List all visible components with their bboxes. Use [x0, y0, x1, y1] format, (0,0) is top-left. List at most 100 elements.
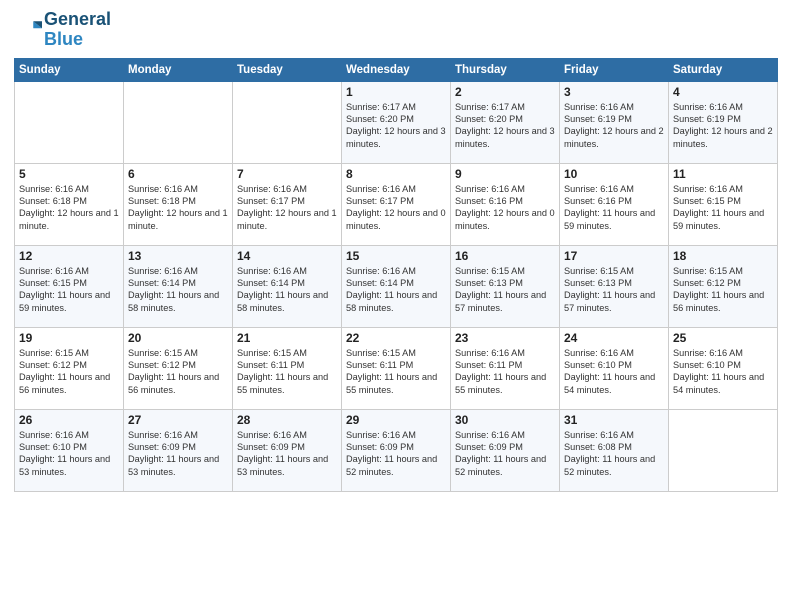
day-info: Sunrise: 6:16 AM Sunset: 6:18 PM Dayligh…: [19, 183, 119, 233]
day-number: 15: [346, 249, 446, 263]
calendar-cell: 7 Sunrise: 6:16 AM Sunset: 6:17 PM Daylig…: [233, 163, 342, 245]
calendar-cell: 25 Sunrise: 6:16 AM Sunset: 6:10 PM Dayli…: [669, 327, 778, 409]
calendar-cell: 27 Sunrise: 6:16 AM Sunset: 6:09 PM Dayli…: [124, 409, 233, 491]
calendar-week-4: 19 Sunrise: 6:15 AM Sunset: 6:12 PM Dayli…: [15, 327, 778, 409]
day-info: Sunrise: 6:16 AM Sunset: 6:09 PM Dayligh…: [346, 429, 446, 479]
day-info: Sunrise: 6:16 AM Sunset: 6:19 PM Dayligh…: [673, 101, 773, 151]
calendar-body: 1 Sunrise: 6:17 AM Sunset: 6:20 PM Daylig…: [15, 81, 778, 491]
calendar-cell: 17 Sunrise: 6:15 AM Sunset: 6:13 PM Dayli…: [560, 245, 669, 327]
weekday-header-wednesday: Wednesday: [342, 58, 451, 81]
calendar-week-5: 26 Sunrise: 6:16 AM Sunset: 6:10 PM Dayli…: [15, 409, 778, 491]
day-number: 20: [128, 331, 228, 345]
day-info: Sunrise: 6:15 AM Sunset: 6:12 PM Dayligh…: [673, 265, 773, 315]
day-number: 9: [455, 167, 555, 181]
day-info: Sunrise: 6:16 AM Sunset: 6:15 PM Dayligh…: [19, 265, 119, 315]
calendar-cell: 20 Sunrise: 6:15 AM Sunset: 6:12 PM Dayli…: [124, 327, 233, 409]
day-info: Sunrise: 6:16 AM Sunset: 6:09 PM Dayligh…: [455, 429, 555, 479]
day-info: Sunrise: 6:15 AM Sunset: 6:11 PM Dayligh…: [237, 347, 337, 397]
day-info: Sunrise: 6:16 AM Sunset: 6:17 PM Dayligh…: [346, 183, 446, 233]
day-info: Sunrise: 6:16 AM Sunset: 6:09 PM Dayligh…: [237, 429, 337, 479]
calendar-cell: 10Sunrise: 6:16 AM Sunset: 6:16 PM Dayli…: [560, 163, 669, 245]
header: General Blue: [14, 10, 778, 50]
day-number: 24: [564, 331, 664, 345]
calendar-cell: 30Sunrise: 6:16 AM Sunset: 6:09 PM Dayli…: [451, 409, 560, 491]
page: General Blue SundayMondayTuesdayWednesda…: [0, 0, 792, 612]
day-number: 19: [19, 331, 119, 345]
calendar-cell: 4 Sunrise: 6:16 AM Sunset: 6:19 PM Daylig…: [669, 81, 778, 163]
day-info: Sunrise: 6:16 AM Sunset: 6:17 PM Dayligh…: [237, 183, 337, 233]
calendar-cell: 12 Sunrise: 6:16 AM Sunset: 6:15 PM Dayli…: [15, 245, 124, 327]
logo-icon: [14, 16, 42, 44]
day-number: 13: [128, 249, 228, 263]
calendar-cell: 3 Sunrise: 6:16 AM Sunset: 6:19 PM Daylig…: [560, 81, 669, 163]
calendar-cell: 14Sunrise: 6:16 AM Sunset: 6:14 PM Dayli…: [233, 245, 342, 327]
day-info: Sunrise: 6:16 AM Sunset: 6:16 PM Dayligh…: [455, 183, 555, 233]
day-info: Sunrise: 6:15 AM Sunset: 6:12 PM Dayligh…: [128, 347, 228, 397]
day-info: Sunrise: 6:16 AM Sunset: 6:14 PM Dayligh…: [346, 265, 446, 315]
calendar-cell: 9 Sunrise: 6:16 AM Sunset: 6:16 PM Daylig…: [451, 163, 560, 245]
calendar-week-1: 1 Sunrise: 6:17 AM Sunset: 6:20 PM Daylig…: [15, 81, 778, 163]
calendar-cell: 22 Sunrise: 6:15 AM Sunset: 6:11 PM Dayli…: [342, 327, 451, 409]
calendar-cell: [124, 81, 233, 163]
calendar-cell: 29 Sunrise: 6:16 AM Sunset: 6:09 PM Dayli…: [342, 409, 451, 491]
day-number: 31: [564, 413, 664, 427]
day-number: 27: [128, 413, 228, 427]
weekday-header-monday: Monday: [124, 58, 233, 81]
calendar-week-3: 12 Sunrise: 6:16 AM Sunset: 6:15 PM Dayli…: [15, 245, 778, 327]
weekday-header-tuesday: Tuesday: [233, 58, 342, 81]
day-info: Sunrise: 6:15 AM Sunset: 6:12 PM Dayligh…: [19, 347, 119, 397]
calendar-cell: 31Sunrise: 6:16 AM Sunset: 6:08 PM Dayli…: [560, 409, 669, 491]
calendar-cell: [669, 409, 778, 491]
calendar-cell: [15, 81, 124, 163]
calendar-cell: 16Sunrise: 6:15 AM Sunset: 6:13 PM Dayli…: [451, 245, 560, 327]
calendar-cell: 6 Sunrise: 6:16 AM Sunset: 6:18 PM Daylig…: [124, 163, 233, 245]
day-number: 22: [346, 331, 446, 345]
calendar-cell: [233, 81, 342, 163]
calendar: SundayMondayTuesdayWednesdayThursdayFrid…: [14, 58, 778, 492]
calendar-cell: 2 Sunrise: 6:17 AM Sunset: 6:20 PM Daylig…: [451, 81, 560, 163]
day-number: 4: [673, 85, 773, 99]
day-number: 2: [455, 85, 555, 99]
day-number: 11: [673, 167, 773, 181]
calendar-cell: 24 Sunrise: 6:16 AM Sunset: 6:10 PM Dayli…: [560, 327, 669, 409]
day-info: Sunrise: 6:15 AM Sunset: 6:13 PM Dayligh…: [564, 265, 664, 315]
day-number: 26: [19, 413, 119, 427]
calendar-header: SundayMondayTuesdayWednesdayThursdayFrid…: [15, 58, 778, 81]
day-number: 21: [237, 331, 337, 345]
day-number: 23: [455, 331, 555, 345]
day-info: Sunrise: 6:16 AM Sunset: 6:09 PM Dayligh…: [128, 429, 228, 479]
day-number: 1: [346, 85, 446, 99]
day-number: 5: [19, 167, 119, 181]
calendar-cell: 19 Sunrise: 6:15 AM Sunset: 6:12 PM Dayli…: [15, 327, 124, 409]
calendar-cell: 15 Sunrise: 6:16 AM Sunset: 6:14 PM Dayli…: [342, 245, 451, 327]
weekday-header-friday: Friday: [560, 58, 669, 81]
day-info: Sunrise: 6:16 AM Sunset: 6:10 PM Dayligh…: [19, 429, 119, 479]
calendar-week-2: 5 Sunrise: 6:16 AM Sunset: 6:18 PM Daylig…: [15, 163, 778, 245]
day-number: 6: [128, 167, 228, 181]
weekday-header-thursday: Thursday: [451, 58, 560, 81]
day-info: Sunrise: 6:16 AM Sunset: 6:15 PM Dayligh…: [673, 183, 773, 233]
day-info: Sunrise: 6:16 AM Sunset: 6:18 PM Dayligh…: [128, 183, 228, 233]
day-number: 8: [346, 167, 446, 181]
calendar-cell: 21 Sunrise: 6:15 AM Sunset: 6:11 PM Dayli…: [233, 327, 342, 409]
calendar-cell: 1 Sunrise: 6:17 AM Sunset: 6:20 PM Daylig…: [342, 81, 451, 163]
calendar-cell: 5 Sunrise: 6:16 AM Sunset: 6:18 PM Daylig…: [15, 163, 124, 245]
calendar-cell: 28 Sunrise: 6:16 AM Sunset: 6:09 PM Dayli…: [233, 409, 342, 491]
day-number: 29: [346, 413, 446, 427]
day-info: Sunrise: 6:16 AM Sunset: 6:19 PM Dayligh…: [564, 101, 664, 151]
day-info: Sunrise: 6:16 AM Sunset: 6:14 PM Dayligh…: [128, 265, 228, 315]
day-number: 17: [564, 249, 664, 263]
day-number: 28: [237, 413, 337, 427]
day-info: Sunrise: 6:17 AM Sunset: 6:20 PM Dayligh…: [455, 101, 555, 151]
day-info: Sunrise: 6:15 AM Sunset: 6:11 PM Dayligh…: [346, 347, 446, 397]
calendar-cell: 18Sunrise: 6:15 AM Sunset: 6:12 PM Dayli…: [669, 245, 778, 327]
day-number: 12: [19, 249, 119, 263]
day-number: 7: [237, 167, 337, 181]
day-info: Sunrise: 6:16 AM Sunset: 6:10 PM Dayligh…: [564, 347, 664, 397]
day-info: Sunrise: 6:16 AM Sunset: 6:10 PM Dayligh…: [673, 347, 773, 397]
weekday-header-saturday: Saturday: [669, 58, 778, 81]
day-number: 3: [564, 85, 664, 99]
day-info: Sunrise: 6:16 AM Sunset: 6:14 PM Dayligh…: [237, 265, 337, 315]
day-number: 25: [673, 331, 773, 345]
day-info: Sunrise: 6:17 AM Sunset: 6:20 PM Dayligh…: [346, 101, 446, 151]
